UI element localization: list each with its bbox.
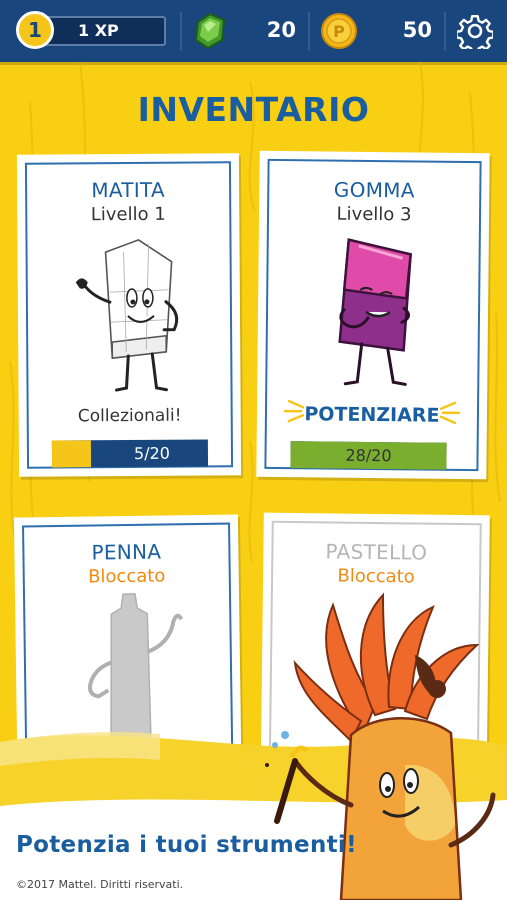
gem-icon[interactable] xyxy=(192,12,228,50)
coin-count: 50 xyxy=(402,18,432,42)
gear-icon[interactable] xyxy=(457,13,493,49)
copyright-notice: ©2017 Mattel. Diritti riservati. xyxy=(16,878,184,891)
divider xyxy=(308,12,310,50)
xp-label: 1 XP xyxy=(78,21,119,40)
level-badge[interactable]: 1 xyxy=(16,11,54,49)
divider xyxy=(444,12,446,50)
eraser-character xyxy=(338,238,412,386)
card-status-locked: Bloccato xyxy=(87,565,166,588)
pencil-character xyxy=(75,239,179,392)
collect-prompt: Collezionali! xyxy=(77,405,182,427)
top-bar: 1 XP 1 20 P 50 xyxy=(0,0,507,62)
card-progress-label: 28/20 xyxy=(345,445,392,466)
card-progress-bar: 28/20 xyxy=(290,441,447,470)
card-title: MATITA xyxy=(91,177,166,203)
card-title: PENNA xyxy=(91,539,162,565)
card-level: Livello 1 xyxy=(90,203,166,226)
card-title: PASTELLO xyxy=(325,539,428,565)
coin-letter: P xyxy=(333,22,345,41)
promo-text: Potenzia i tuoi strumenti! xyxy=(16,832,357,858)
upgrade-button[interactable]: POTENZIARE xyxy=(257,403,487,427)
card-progress-label: 5/20 xyxy=(133,443,171,463)
card-title: GOMMA xyxy=(333,177,415,203)
page-title: INVENTARIO xyxy=(137,90,370,129)
card-gomma[interactable]: GOMMA Livello 3 POTENZIARE 28/20 xyxy=(256,150,490,480)
gem-count: 20 xyxy=(266,18,296,42)
coin-icon[interactable]: P xyxy=(320,12,358,50)
card-progress-bar: 5/20 xyxy=(51,439,209,468)
card-level: Livello 3 xyxy=(336,203,412,226)
divider xyxy=(180,12,182,50)
card-matita[interactable]: MATITA Livello 1 Collezionali! 5/20 xyxy=(16,153,242,477)
